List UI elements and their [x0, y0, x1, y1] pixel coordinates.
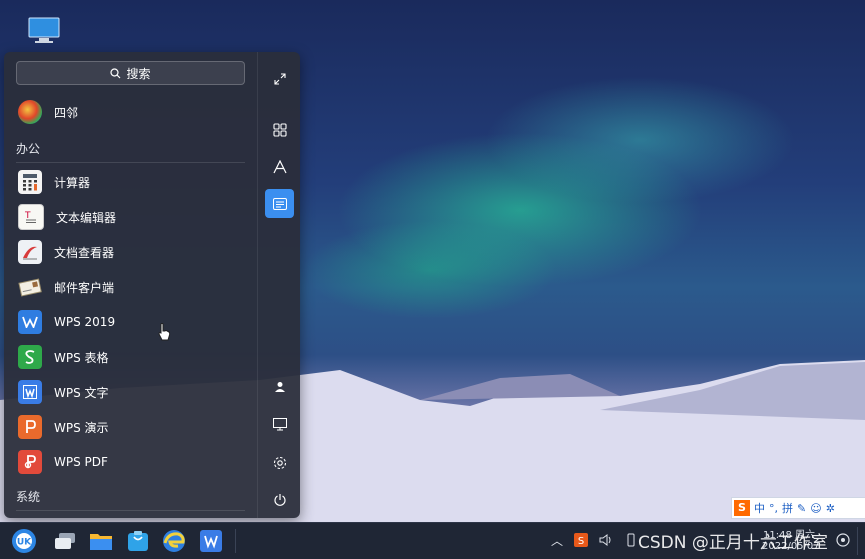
computer-icon [272, 418, 287, 431]
app-label: 文档查看器 [54, 245, 115, 260]
expand-icon [273, 72, 286, 85]
letter-sort-icon [272, 159, 287, 173]
section-divider [16, 510, 245, 511]
pen-icon[interactable]: ✎ [797, 502, 806, 515]
notification-icon[interactable] [835, 532, 851, 548]
app-label: WPS 2019 [54, 315, 116, 329]
sogou-tray-icon[interactable]: S [574, 533, 588, 547]
letter-sort-button[interactable] [265, 152, 294, 181]
show-desktop-divider[interactable] [857, 527, 858, 555]
app-label: 文本编辑器 [56, 210, 117, 225]
usb-icon[interactable] [626, 533, 636, 547]
watermark-text: CSDN @正月十六工作室 [638, 533, 828, 553]
app-item-wps-spreadsheet[interactable]: WPS 表格 [14, 341, 247, 373]
search-input[interactable]: 搜索 [16, 61, 245, 85]
settings-button[interactable] [265, 448, 294, 477]
category-view-button[interactable] [265, 189, 294, 218]
wps-writer-icon [18, 380, 42, 404]
wps-taskbar-button[interactable] [197, 527, 225, 555]
wps-taskbar-icon [200, 530, 222, 552]
user-button[interactable] [265, 372, 294, 401]
file-manager-button[interactable] [87, 527, 115, 555]
expand-button[interactable] [265, 64, 294, 93]
app-item-text-editor[interactable]: T 文本编辑器 [14, 201, 247, 233]
all-apps-button[interactable] [265, 115, 294, 144]
category-view-icon [272, 197, 287, 210]
software-store-icon [128, 531, 148, 551]
app-label: WPS PDF [54, 455, 108, 469]
document-viewer-icon [18, 240, 42, 264]
taskbar-separator [235, 529, 236, 553]
settings-icon [273, 456, 286, 469]
wps-icon [18, 310, 42, 334]
computer-desktop-icon[interactable] [27, 16, 61, 44]
start-menu-app-list: 搜索 四邻 办公 计算器 T 文本编辑器 文档查看器 邮件客户端 WPS 201… [4, 52, 257, 518]
multitask-view-button[interactable] [51, 527, 79, 555]
section-divider [16, 162, 245, 163]
wps-pdf-icon [18, 450, 42, 474]
app-label: 四邻 [54, 105, 79, 120]
app-item-document-viewer[interactable]: 文档查看器 [14, 236, 247, 268]
start-menu-sidebar [257, 52, 301, 518]
search-icon [110, 67, 121, 78]
app-label: 邮件客户端 [54, 280, 115, 295]
wps-spreadsheet-icon [18, 345, 42, 369]
ime-toolbar[interactable]: S 中 °, 拼 ✎ ☺ ✲ [731, 497, 865, 519]
start-button-icon: UK [12, 529, 36, 553]
app-item-mail-client[interactable]: 邮件客户端 [14, 271, 247, 303]
app-item-wps-2019[interactable]: WPS 2019 [14, 306, 247, 338]
calculator-icon [18, 170, 42, 194]
sogou-logo-icon: S [734, 500, 750, 516]
ime-mode[interactable]: 中 [754, 500, 765, 516]
app-item-wps-writer[interactable]: WPS 文字 [14, 376, 247, 408]
software-store-button[interactable] [124, 527, 152, 555]
siling-app-icon [18, 100, 42, 124]
browser-button[interactable] [160, 527, 188, 555]
tray-expand-icon[interactable]: ︿ [551, 532, 563, 549]
app-item-wps-pdf[interactable]: WPS PDF [14, 446, 247, 478]
browser-icon [163, 530, 185, 552]
mouse-cursor-icon [158, 323, 171, 341]
search-label: 搜索 [126, 66, 151, 81]
app-item-siling[interactable]: 四邻 [14, 96, 247, 128]
start-button[interactable]: UK [10, 527, 38, 555]
skin-icon[interactable]: ☺ [810, 502, 821, 515]
start-menu: 搜索 四邻 办公 计算器 T 文本编辑器 文档查看器 邮件客户端 WPS 201… [4, 52, 300, 518]
section-title-office: 办公 [16, 142, 41, 156]
text-editor-icon: T [18, 204, 44, 230]
app-label: WPS 文字 [54, 385, 109, 400]
app-label: 计算器 [54, 175, 91, 190]
file-manager-icon [90, 534, 112, 550]
app-label: WPS 演示 [54, 420, 109, 435]
multitask-view-icon [55, 533, 75, 549]
wps-presentation-icon [18, 415, 42, 439]
user-icon [274, 381, 285, 392]
ime-settings-icon[interactable]: ✲ [826, 502, 835, 515]
svg-text:S: S [578, 536, 584, 547]
computer-button[interactable] [265, 410, 294, 439]
app-item-wps-presentation[interactable]: WPS 演示 [14, 411, 247, 443]
app-item-calculator[interactable]: 计算器 [14, 166, 247, 198]
volume-icon[interactable] [599, 533, 613, 547]
all-apps-icon [272, 122, 287, 137]
svg-text:UK: UK [17, 538, 32, 548]
ime-pinyin[interactable]: 拼 [782, 500, 793, 516]
power-button[interactable] [265, 485, 294, 514]
section-title-system: 系统 [16, 490, 41, 504]
ime-punctuation[interactable]: °, [769, 502, 778, 515]
power-icon [273, 493, 286, 506]
mail-client-icon [18, 275, 42, 299]
app-label: WPS 表格 [54, 350, 109, 365]
